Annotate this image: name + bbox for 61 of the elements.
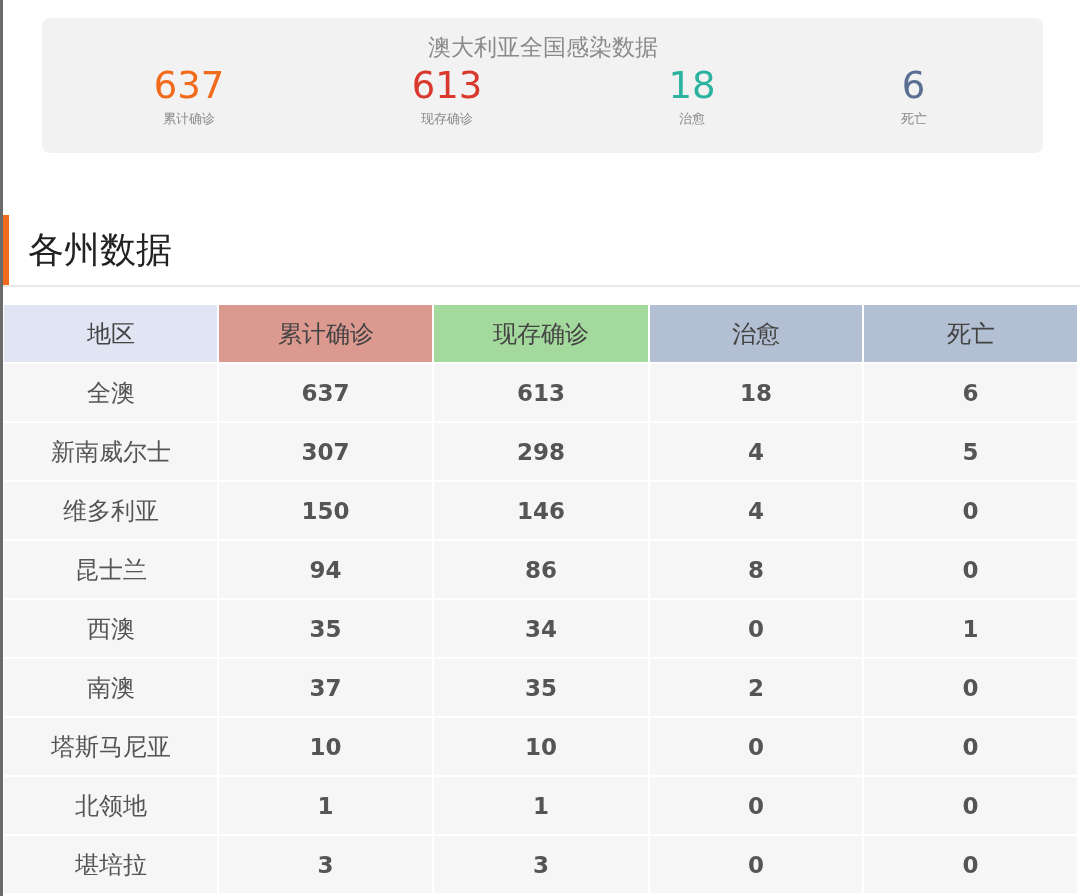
table-cell: 35 xyxy=(434,659,648,716)
table-cell: 新南威尔士 xyxy=(4,423,217,480)
table-cell: 8 xyxy=(650,541,862,598)
table-cell: 10 xyxy=(219,718,432,775)
stat-label: 死亡 xyxy=(900,110,927,128)
table-cell: 150 xyxy=(219,482,432,539)
stat-label: 累计确诊 xyxy=(163,110,215,128)
table-cell: 6 xyxy=(864,364,1077,421)
summary-title: 澳大利亚全国感染数据 xyxy=(426,33,659,62)
table-cell: 0 xyxy=(650,718,862,775)
stat-value: 637 xyxy=(153,63,225,109)
table-cell: 0 xyxy=(650,836,862,893)
table-cell: 昆士兰 xyxy=(4,541,217,598)
table-cell: 307 xyxy=(219,423,432,480)
table-cell: 4 xyxy=(650,423,862,480)
table-cell: 塔斯马尼亚 xyxy=(4,718,217,775)
table-cell: 35 xyxy=(219,600,432,657)
table-cell: 3 xyxy=(219,836,432,893)
stat-label: 治愈 xyxy=(679,110,705,128)
table-cell: 0 xyxy=(650,600,862,657)
table-cell: 1 xyxy=(864,600,1077,657)
table-cell: 298 xyxy=(434,423,648,480)
table-cell: 0 xyxy=(864,482,1077,539)
table-cell: 18 xyxy=(650,364,862,421)
table-cell: 1 xyxy=(434,777,648,834)
table-cell: 3 xyxy=(434,836,648,893)
table-cell: 1 xyxy=(219,777,432,834)
table-cell: 10 xyxy=(434,718,648,775)
column-header: 死亡 xyxy=(864,305,1077,362)
stat-value: 6 xyxy=(901,63,926,109)
stat-label: 现存确诊 xyxy=(421,110,473,128)
table-cell: 637 xyxy=(219,364,432,421)
section-heading: 各州数据 xyxy=(28,227,172,272)
table-cell: 146 xyxy=(434,482,648,539)
table-cell: 0 xyxy=(864,541,1077,598)
table-cell: 0 xyxy=(864,659,1077,716)
table-cell: 86 xyxy=(434,541,648,598)
table-cell: 堪培拉 xyxy=(4,836,217,893)
column-header: 现存确诊 xyxy=(434,305,648,362)
table-cell: 4 xyxy=(650,482,862,539)
table-cell: 南澳 xyxy=(4,659,217,716)
table-cell: 0 xyxy=(864,777,1077,834)
stat-value: 18 xyxy=(668,63,716,109)
column-header: 地区 xyxy=(4,305,217,362)
table-cell: 0 xyxy=(650,777,862,834)
table-cell: 北领地 xyxy=(4,777,217,834)
table-cell: 0 xyxy=(864,836,1077,893)
table-cell: 94 xyxy=(219,541,432,598)
accent-bar xyxy=(3,215,9,285)
table-cell: 5 xyxy=(864,423,1077,480)
table-cell: 西澳 xyxy=(4,600,217,657)
column-header: 治愈 xyxy=(650,305,862,362)
column-header: 累计确诊 xyxy=(219,305,432,362)
table-cell: 2 xyxy=(650,659,862,716)
table-cell: 34 xyxy=(434,600,648,657)
table-cell: 全澳 xyxy=(4,364,217,421)
stat-value: 613 xyxy=(411,63,483,109)
table-cell: 0 xyxy=(864,718,1077,775)
table-cell: 维多利亚 xyxy=(4,482,217,539)
table-cell: 37 xyxy=(219,659,432,716)
table-cell: 613 xyxy=(434,364,648,421)
